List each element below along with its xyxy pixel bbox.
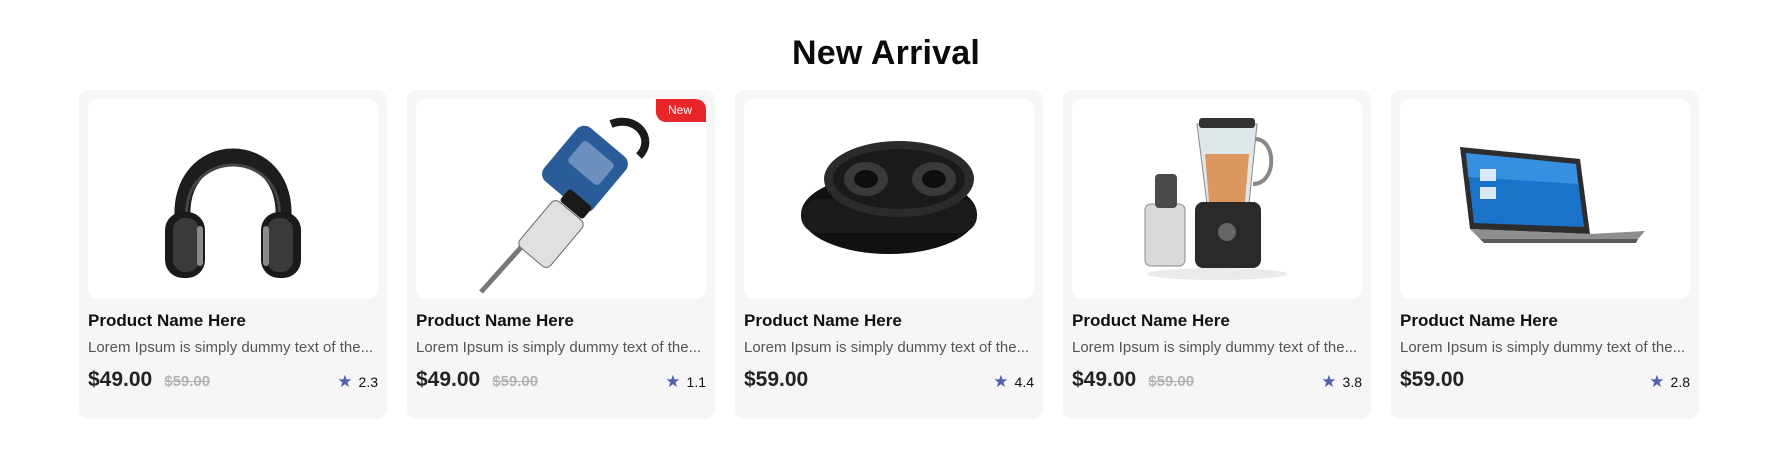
star-icon: ★ — [1321, 372, 1337, 391]
star-icon: ★ — [1649, 372, 1665, 391]
product-rating: ★ 2.3 — [337, 373, 378, 390]
product-name[interactable]: Product Name Here — [1072, 310, 1362, 331]
product-old-price: $59.00 — [1148, 373, 1195, 390]
product-rating: ★ 3.8 — [1321, 373, 1362, 390]
product-rating: ★ 4.4 — [993, 373, 1034, 390]
rating-value: 1.1 — [686, 373, 706, 390]
product-description: Lorem Ipsum is simply dummy text of the.… — [1400, 339, 1686, 356]
jackhammer-image — [479, 117, 650, 294]
price-row: $59.00 ★ 2.8 — [1400, 366, 1690, 392]
star-icon: ★ — [993, 372, 1009, 391]
product-grid: Product Name Here Lorem Ipsum is simply … — [79, 90, 1699, 419]
product-description: Lorem Ipsum is simply dummy text of the.… — [1072, 339, 1358, 356]
product-price: $59.00 — [1400, 368, 1465, 391]
earbuds-case-image — [801, 141, 977, 254]
product-description: Lorem Ipsum is simply dummy text of the.… — [88, 339, 374, 356]
rating-value: 4.4 — [1014, 373, 1034, 390]
product-description: Lorem Ipsum is simply dummy text of the.… — [744, 339, 1030, 356]
laptop-image — [1460, 147, 1645, 243]
product-card[interactable]: Product Name Here Lorem Ipsum is simply … — [735, 90, 1043, 419]
product-rating: ★ 1.1 — [665, 373, 706, 390]
star-icon: ★ — [337, 372, 353, 391]
headphones-image — [165, 148, 301, 278]
product-image[interactable] — [1400, 99, 1690, 299]
product-card[interactable]: New Product Name Here Lorem Ipsum is sim… — [407, 90, 715, 419]
product-description: Lorem Ipsum is simply dummy text of the.… — [416, 339, 702, 356]
blender-image — [1144, 118, 1287, 280]
product-image[interactable] — [1072, 99, 1362, 299]
product-price: $49.00 — [88, 368, 153, 391]
product-rating: ★ 2.8 — [1649, 373, 1690, 390]
price-row: $59.00 ★ 4.4 — [744, 366, 1034, 392]
product-card[interactable]: Product Name Here Lorem Ipsum is simply … — [1063, 90, 1371, 419]
product-image[interactable] — [744, 99, 1034, 299]
product-name[interactable]: Product Name Here — [1400, 310, 1690, 331]
rating-value: 2.8 — [1670, 373, 1690, 390]
product-name[interactable]: Product Name Here — [88, 310, 378, 331]
section-title: New Arrival — [791, 34, 981, 72]
product-name[interactable]: Product Name Here — [416, 310, 706, 331]
product-image[interactable]: New — [416, 99, 706, 299]
star-icon: ★ — [665, 372, 681, 391]
product-card[interactable]: Product Name Here Lorem Ipsum is simply … — [79, 90, 387, 419]
price-row: $49.00 $59.00 ★ 2.3 — [88, 366, 378, 392]
price-row: $49.00 $59.00 ★ 3.8 — [1072, 366, 1362, 392]
product-price: $59.00 — [744, 368, 809, 391]
product-card[interactable]: Product Name Here Lorem Ipsum is simply … — [1391, 90, 1699, 419]
rating-value: 3.8 — [1342, 373, 1362, 390]
product-name[interactable]: Product Name Here — [744, 310, 1034, 331]
product-price: $49.00 — [416, 368, 481, 391]
new-badge: New — [655, 99, 706, 122]
rating-value: 2.3 — [358, 373, 378, 390]
product-price: $49.00 — [1072, 368, 1137, 391]
price-row: $49.00 $59.00 ★ 1.1 — [416, 366, 706, 392]
product-image[interactable] — [88, 99, 378, 299]
product-old-price: $59.00 — [492, 373, 539, 390]
product-old-price: $59.00 — [164, 373, 211, 390]
